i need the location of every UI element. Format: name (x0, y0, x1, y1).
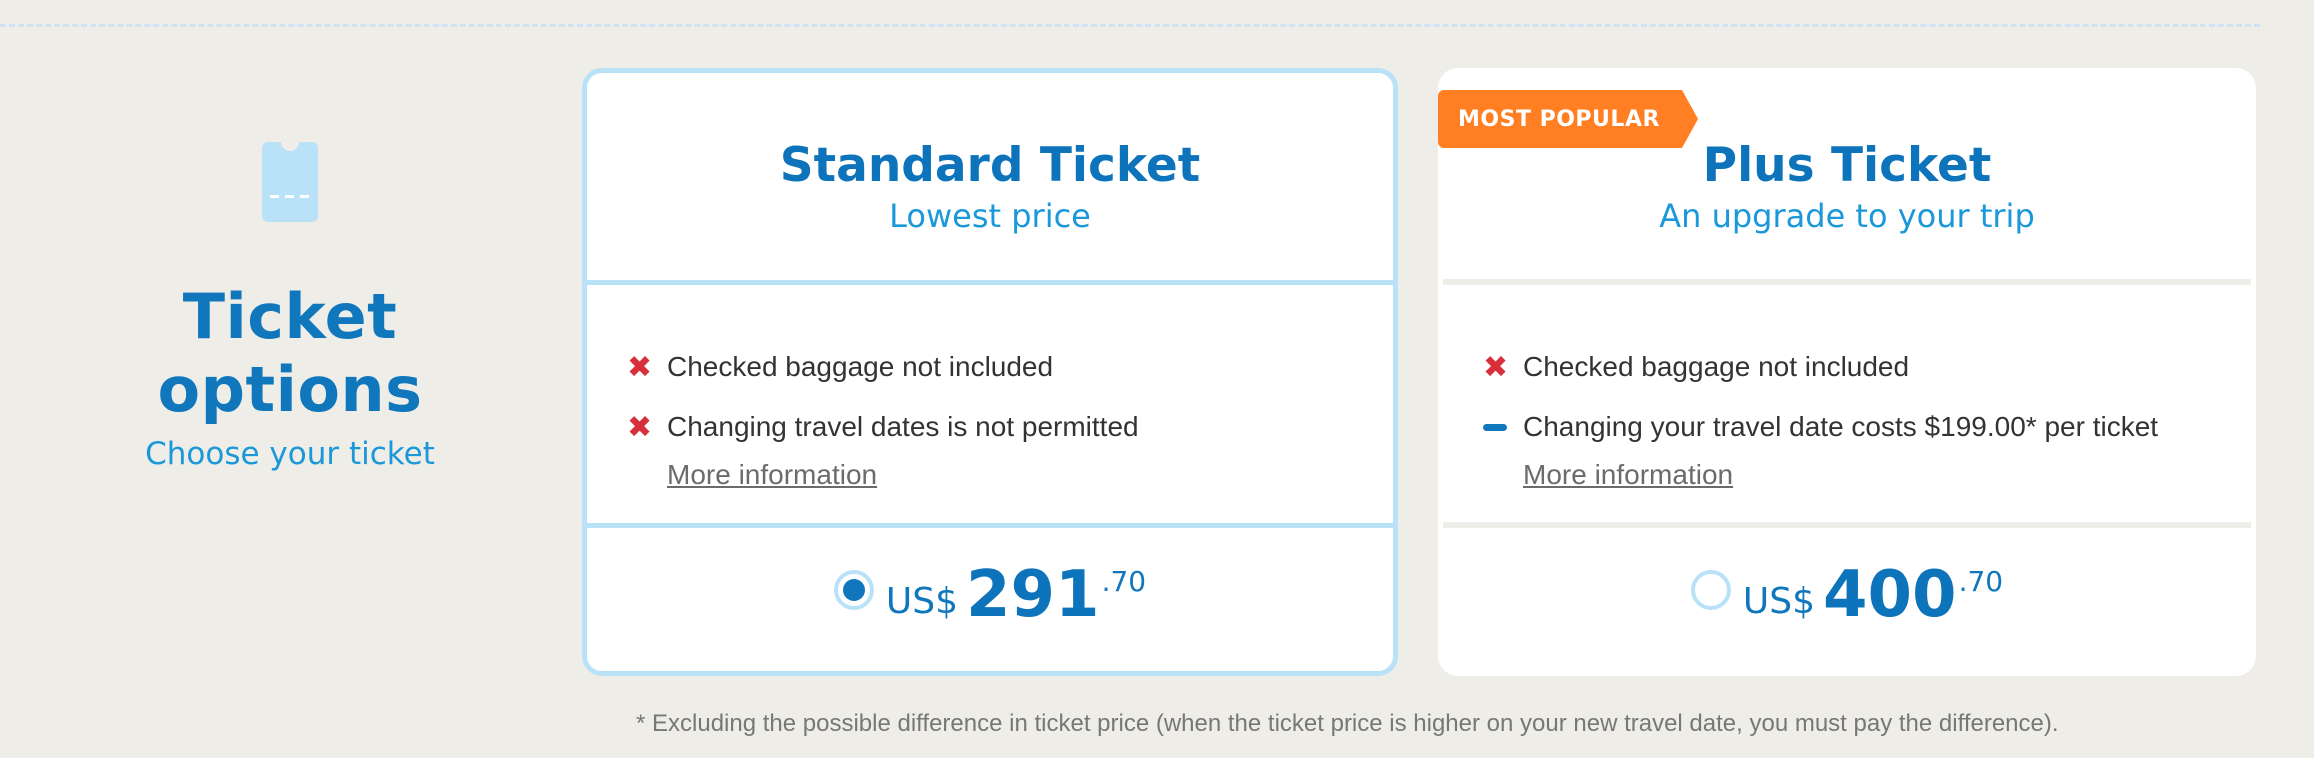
price-amount: 400 (1822, 557, 1957, 632)
ticket-icon (262, 142, 318, 222)
standard-ticket-card[interactable]: Standard Ticket Lowest price ✖ Checked b… (582, 68, 1398, 676)
price-amount: 291 (965, 557, 1100, 632)
price-row: US$ 291 .70 (587, 528, 1393, 671)
intro-section: Ticket options Choose your ticket (40, 130, 540, 472)
dashed-divider (0, 24, 2260, 27)
card-subtitle: Lowest price (889, 197, 1091, 235)
price-currency: US$ (885, 581, 958, 622)
page-subtitle: Choose your ticket (145, 436, 435, 472)
feature-text: Checked baggage not included (667, 351, 1054, 382)
list-item: Changing your travel date costs $199.00*… (1483, 407, 2251, 447)
ticket-options-page: Ticket options Choose your ticket Standa… (0, 0, 2314, 758)
more-information-link[interactable]: More information (1523, 459, 1733, 491)
price-cents: .70 (1101, 564, 1147, 598)
footnote: * Excluding the possible difference in t… (636, 710, 2059, 737)
price-cents: .70 (1958, 564, 2004, 598)
feature-text: Checked baggage not included (1523, 351, 1910, 382)
list-item: ✖ Checked baggage not included (627, 347, 1393, 387)
feature-list: ✖ Checked baggage not included ✖ Changin… (587, 285, 1393, 528)
feature-text: Changing travel dates is not permitted (667, 411, 1139, 442)
radio-selected-dot (842, 578, 865, 601)
card-header: Standard Ticket Lowest price (587, 73, 1393, 285)
feature-list: ✖ Checked baggage not included Changing … (1443, 285, 2251, 528)
price-currency: US$ (1742, 581, 1815, 622)
most-popular-badge: MOST POPULAR (1438, 90, 1698, 148)
card-title: Plus Ticket (1702, 137, 1992, 193)
card-title: Standard Ticket (779, 138, 1201, 193)
more-information-link[interactable]: More information (667, 459, 877, 491)
dash-icon (1483, 423, 1523, 431)
price-row: US$ 400 .70 (1443, 528, 2251, 671)
card-subtitle: An upgrade to your trip (1659, 196, 2035, 235)
cross-icon: ✖ (627, 410, 653, 444)
badge-label: MOST POPULAR (1438, 90, 1682, 148)
list-item: ✖ Changing travel dates is not permitted (627, 407, 1393, 447)
standard-ticket-radio[interactable] (833, 569, 874, 610)
cross-icon: ✖ (1483, 350, 1509, 384)
cross-icon: ✖ (627, 350, 653, 384)
badge-arrow (1681, 90, 1698, 148)
plus-ticket-card[interactable]: MOST POPULAR Plus Ticket An upgrade to y… (1438, 68, 2256, 676)
list-item: ✖ Checked baggage not included (1483, 347, 2251, 387)
page-title: Ticket options (157, 280, 423, 426)
plus-ticket-radio[interactable] (1690, 569, 1731, 610)
feature-text: Changing your travel date costs $199.00*… (1523, 411, 2159, 442)
